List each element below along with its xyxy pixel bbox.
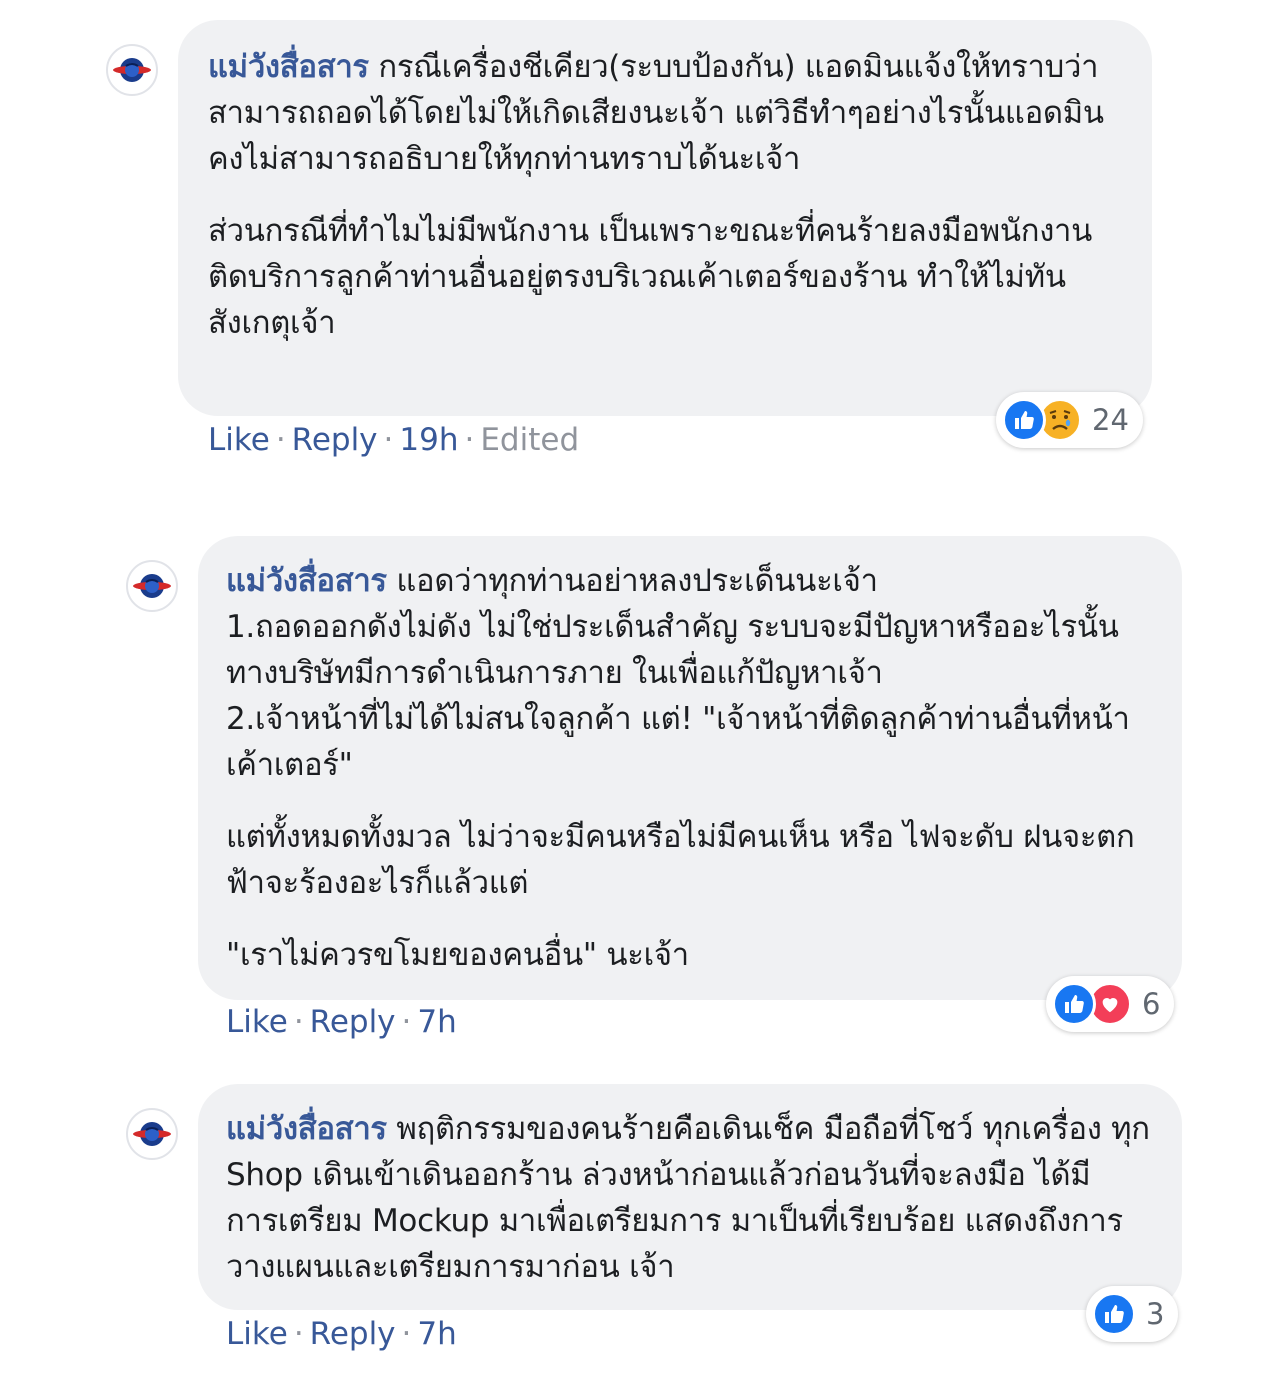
globe-logo-icon (113, 58, 151, 82)
separator-dot: · (401, 1316, 412, 1352)
comment-paragraph: "เราไม่ควรขโมยของคนอื่น" นะเจ้า (226, 937, 689, 973)
like-icon (1052, 982, 1096, 1026)
reply-link[interactable]: Reply (310, 1316, 396, 1352)
separator-dot: · (383, 422, 394, 458)
timestamp[interactable]: 7h (417, 1004, 456, 1040)
reaction-count: 24 (1092, 403, 1129, 437)
comment-paragraph: แต่ทั้งหมดทั้งมวล ไม่ว่าจะมีคนหรือไม่มีค… (226, 819, 1135, 901)
separator-dot: · (293, 1004, 304, 1040)
comment-actions: Like · Reply · 7h (226, 1004, 457, 1040)
like-link[interactable]: Like (208, 422, 270, 458)
comment-bubble: แม่วังสื่อสาร กรณีเครื่องชีเคียว(ระบบป้อ… (178, 20, 1152, 416)
reactions-summary[interactable]: 24 (996, 392, 1143, 448)
like-link[interactable]: Like (226, 1004, 288, 1040)
like-icon (1092, 1292, 1136, 1336)
separator-dot: · (464, 422, 475, 458)
comment-bubble: แม่วังสื่อสาร แอดว่าทุกท่านอย่าหลงประเด็… (198, 536, 1182, 1000)
avatar[interactable] (106, 44, 158, 96)
edited-label[interactable]: Edited (480, 422, 579, 458)
avatar[interactable] (126, 1108, 178, 1160)
timestamp[interactable]: 19h (399, 422, 458, 458)
reaction-count: 6 (1142, 987, 1161, 1021)
globe-logo-icon (133, 574, 171, 598)
globe-logo-icon (133, 1122, 171, 1146)
reactions-summary[interactable]: 3 (1086, 1286, 1179, 1342)
comment-paragraph: ส่วนกรณีที่ทำไมไม่มีพนักงาน เป็นเพราะขณะ… (208, 213, 1093, 341)
comment-bubble: แม่วังสื่อสาร พฤติกรรมของคนร้ายคือเดินเช… (198, 1084, 1182, 1310)
comment-actions: Like · Reply · 19h · Edited (208, 422, 579, 458)
reply-link[interactable]: Reply (292, 422, 378, 458)
like-icon (1002, 398, 1046, 442)
author-name[interactable]: แม่วังสื่อสาร (226, 563, 387, 599)
avatar[interactable] (126, 560, 178, 612)
author-name[interactable]: แม่วังสื่อสาร (226, 1111, 387, 1147)
comment-actions: Like · Reply · 7h (226, 1316, 457, 1352)
timestamp[interactable]: 7h (417, 1316, 456, 1352)
reply-link[interactable]: Reply (310, 1004, 396, 1040)
separator-dot: · (275, 422, 286, 458)
author-name[interactable]: แม่วังสื่อสาร (208, 49, 369, 85)
comment-paragraph: แม่วังสื่อสาร แอดว่าทุกท่านอย่าหลงประเด็… (226, 558, 1152, 788)
reactions-summary[interactable]: 6 (1046, 976, 1175, 1032)
comment-paragraph: แม่วังสื่อสาร กรณีเครื่องชีเคียว(ระบบป้อ… (208, 44, 1122, 182)
separator-dot: · (401, 1004, 412, 1040)
comment-paragraph: แม่วังสื่อสาร พฤติกรรมของคนร้ายคือเดินเช… (226, 1106, 1152, 1290)
reaction-count: 3 (1146, 1297, 1165, 1331)
like-link[interactable]: Like (226, 1316, 288, 1352)
separator-dot: · (293, 1316, 304, 1352)
